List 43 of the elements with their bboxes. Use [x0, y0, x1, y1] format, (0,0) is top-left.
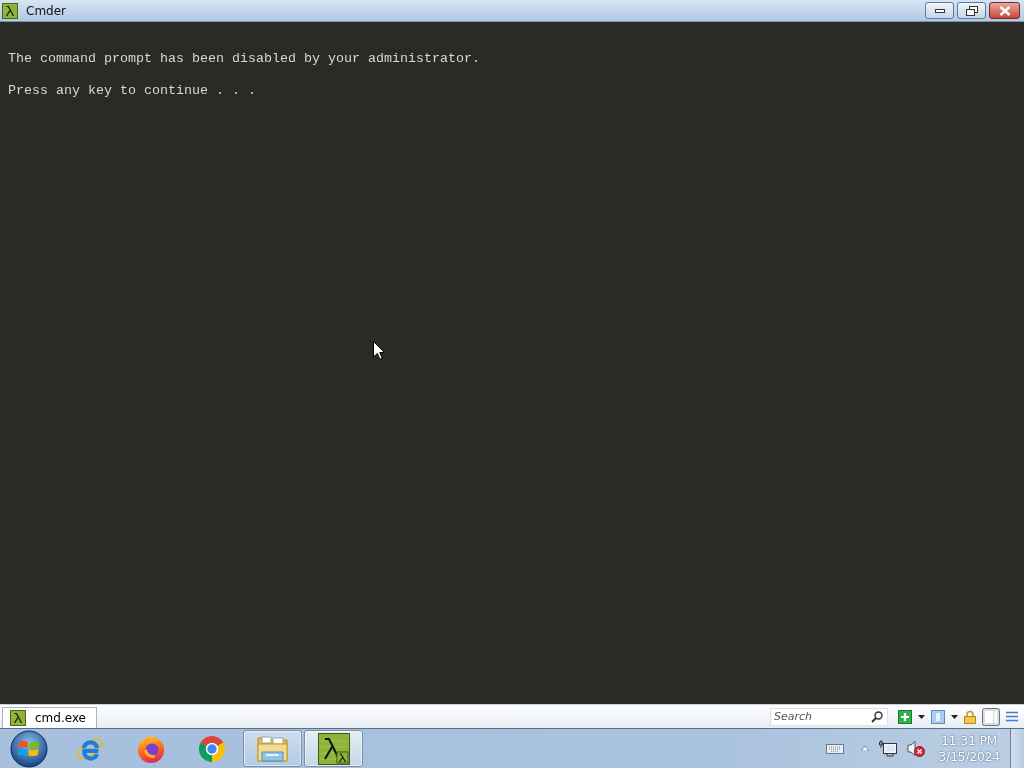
network-icon [879, 740, 898, 757]
dropdown-button[interactable] [951, 714, 958, 719]
close-icon [998, 5, 1011, 16]
lambda-icon [317, 732, 350, 765]
window-icon [931, 709, 945, 724]
show-desktop-button[interactable] [1010, 729, 1024, 768]
minimize-button[interactable] [925, 2, 954, 19]
lock-button[interactable] [964, 709, 976, 724]
keyboard-button[interactable] [826, 743, 845, 754]
folder-icon [256, 734, 289, 763]
volume-button[interactable] [907, 740, 926, 757]
menu-icon [1006, 711, 1018, 722]
minimize-icon [934, 8, 945, 13]
console-line: Press any key to continue . . . [8, 83, 256, 99]
split-button[interactable] [982, 707, 1000, 726]
dropdown-button[interactable] [918, 714, 925, 719]
keyboard-icon [826, 743, 845, 754]
segmented-ring-icon [196, 733, 227, 764]
plus-icon [898, 709, 912, 724]
lambda-icon [10, 710, 26, 726]
caret-icon [918, 714, 925, 719]
up-arrow-icon [861, 746, 870, 751]
search-field[interactable]: Search [770, 707, 888, 726]
restore-button[interactable] [957, 2, 986, 19]
split-panel-icon [982, 707, 1000, 726]
speaker-muted-icon [907, 740, 926, 757]
caret-icon [951, 714, 958, 719]
new-console-button[interactable] [898, 709, 912, 724]
taskbar-button[interactable] [304, 730, 363, 767]
lock-icon [964, 709, 976, 724]
window-title: Cmder [26, 3, 67, 18]
restore-icon [965, 5, 978, 16]
menu-button[interactable] [1006, 711, 1018, 722]
show-hidden-icons-button[interactable] [861, 746, 870, 751]
console-tab[interactable]: cmd.exe [2, 707, 97, 728]
search-icon [871, 710, 883, 723]
console-line: The command prompt has been disabled by your administrator. [8, 51, 480, 67]
window-button[interactable] [931, 709, 945, 724]
mouse-pointer-icon [373, 341, 385, 360]
close-button[interactable] [989, 2, 1020, 19]
start-orb-icon [10, 729, 48, 768]
network-button[interactable] [879, 740, 898, 757]
lambda-icon [2, 2, 18, 19]
